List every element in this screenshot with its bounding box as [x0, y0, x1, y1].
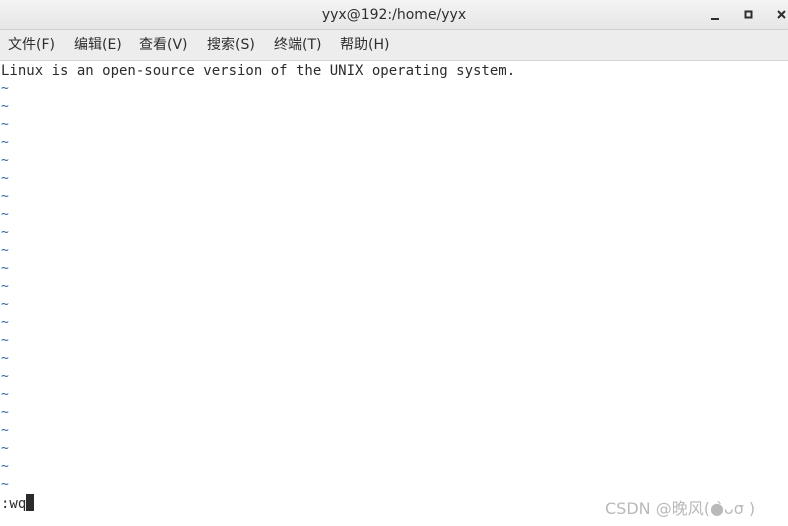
- menu-terminal[interactable]: 终端(T): [274, 30, 321, 61]
- window-title: yyx@192:/home/yyx: [321, 7, 467, 23]
- empty-line-tilde: ~: [1, 351, 9, 366]
- menu-view[interactable]: 查看(V): [139, 30, 188, 61]
- text-cursor: [26, 494, 35, 511]
- empty-line-tilde: ~: [1, 207, 9, 222]
- empty-line-tilde: ~: [1, 297, 9, 312]
- empty-line-tilde: ~: [1, 261, 9, 276]
- close-button[interactable]: [773, 6, 788, 24]
- empty-line-tilde: ~: [1, 369, 9, 384]
- empty-line-tilde: ~: [1, 225, 9, 240]
- menu-file[interactable]: 文件(F): [8, 30, 55, 61]
- empty-line-tilde: ~: [1, 243, 9, 258]
- empty-line-tilde: ~: [1, 279, 9, 294]
- empty-line-tilde: ~: [1, 117, 9, 132]
- empty-line-tilde: ~: [1, 135, 9, 150]
- empty-line-tilde: ~: [1, 477, 9, 492]
- editor-line: Linux is an open-source version of the U…: [1, 63, 516, 79]
- menu-search[interactable]: 搜索(S): [207, 30, 255, 61]
- empty-line-tilde: ~: [1, 153, 9, 168]
- close-icon: [777, 10, 786, 19]
- title-bar[interactable]: yyx@192:/home/yyx: [0, 0, 788, 30]
- empty-line-tilde: ~: [1, 441, 9, 456]
- watermark: CSDN @晚风(●̀ᴗσ ): [605, 499, 756, 518]
- empty-line-tilde: ~: [1, 189, 9, 204]
- menu-edit[interactable]: 编辑(E): [74, 30, 122, 61]
- maximize-icon: [744, 10, 753, 19]
- empty-line-tilde: ~: [1, 99, 9, 114]
- command-line[interactable]: :wq: [1, 494, 35, 512]
- empty-line-tilde: ~: [1, 315, 9, 330]
- empty-line-tilde: ~: [1, 423, 9, 438]
- empty-line-tilde: ~: [1, 81, 9, 96]
- maximize-button[interactable]: [740, 6, 758, 24]
- empty-line-tilde: ~: [1, 333, 9, 348]
- empty-line-tilde: ~: [1, 387, 9, 402]
- empty-line-tilde: ~: [1, 171, 9, 186]
- minimize-icon: [711, 18, 719, 20]
- empty-line-tilde: ~: [1, 459, 9, 474]
- terminal-editor[interactable]: Linux is an open-source version of the U…: [0, 61, 788, 526]
- menu-bar: 文件(F) 编辑(E) 查看(V) 搜索(S) 终端(T) 帮助(H): [0, 30, 788, 61]
- empty-line-tilde: ~: [1, 405, 9, 420]
- command-text: :wq: [1, 496, 27, 512]
- minimize-button[interactable]: [706, 6, 724, 24]
- menu-help[interactable]: 帮助(H): [340, 30, 389, 61]
